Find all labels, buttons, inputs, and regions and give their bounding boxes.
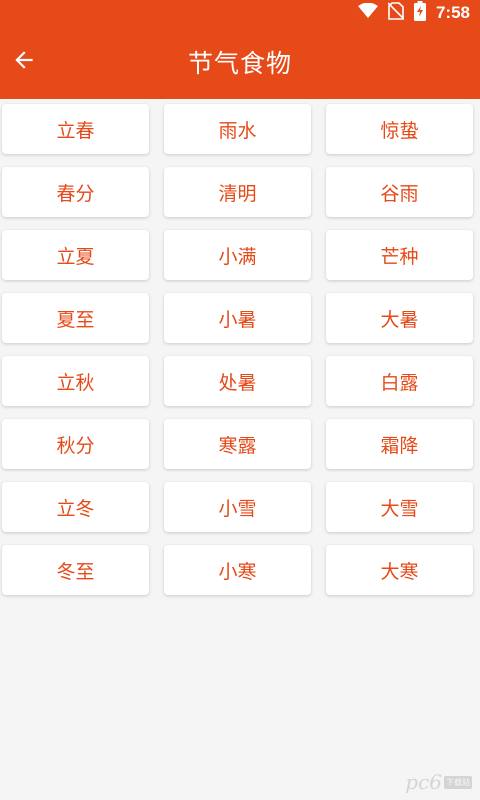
solar-term-button[interactable]: 冬至 [2,545,149,595]
solar-term-button[interactable]: 处暑 [164,356,311,406]
solar-term-button[interactable]: 立春 [2,104,149,154]
status-icons: 7:58 [357,0,470,25]
solar-term-button[interactable]: 雨水 [164,104,311,154]
status-bar: 7:58 [0,0,480,25]
solar-term-button[interactable]: 惊蛰 [326,104,473,154]
watermark-text: pc6 [405,770,442,794]
watermark-logo: pc6 下载站 [405,770,472,794]
solar-term-button[interactable]: 芒种 [326,230,473,280]
solar-term-button[interactable]: 霜降 [326,419,473,469]
app-bar: 节气食物 [0,25,480,99]
page-title: 节气食物 [187,49,292,78]
watermark-badge: 下载站 [444,775,472,789]
solar-term-button[interactable]: 立夏 [2,230,149,280]
no-sim-icon [387,1,405,24]
solar-term-button[interactable]: 谷雨 [326,167,473,217]
solar-terms-grid: 立春 雨水 惊蛰春分 清明 谷雨立夏 小满 芒种夏至 小暑 大暑立秋 处暑 白露秋分 寒露 霜降立冬 小雪… [2,104,473,595]
solar-term-button[interactable]: 小寒 [164,545,311,595]
solar-term-button[interactable]: 小雪 [164,482,311,532]
solar-term-button[interactable]: 立冬 [2,482,149,532]
solar-term-button[interactable]: 秋分 [2,419,149,469]
solar-term-button[interactable]: 寒露 [164,419,311,469]
solar-term-button[interactable]: 小满 [164,230,311,280]
arrow-left-icon [11,47,37,77]
solar-term-button[interactable]: 大暑 [326,293,473,343]
solar-term-button[interactable]: 大雪 [326,482,473,532]
solar-term-button[interactable]: 白露 [326,356,473,406]
solar-term-button[interactable]: 小暑 [164,293,311,343]
wifi-icon [357,2,378,23]
solar-term-button[interactable]: 立秋 [2,356,149,406]
back-button[interactable] [10,48,38,76]
solar-term-button[interactable]: 清明 [164,167,311,217]
solar-term-button[interactable]: 春分 [2,167,149,217]
status-time: 7:58 [435,2,470,22]
battery-charging-icon [413,0,426,25]
solar-term-button[interactable]: 夏至 [2,293,149,343]
solar-term-button[interactable]: 大寒 [326,545,473,595]
